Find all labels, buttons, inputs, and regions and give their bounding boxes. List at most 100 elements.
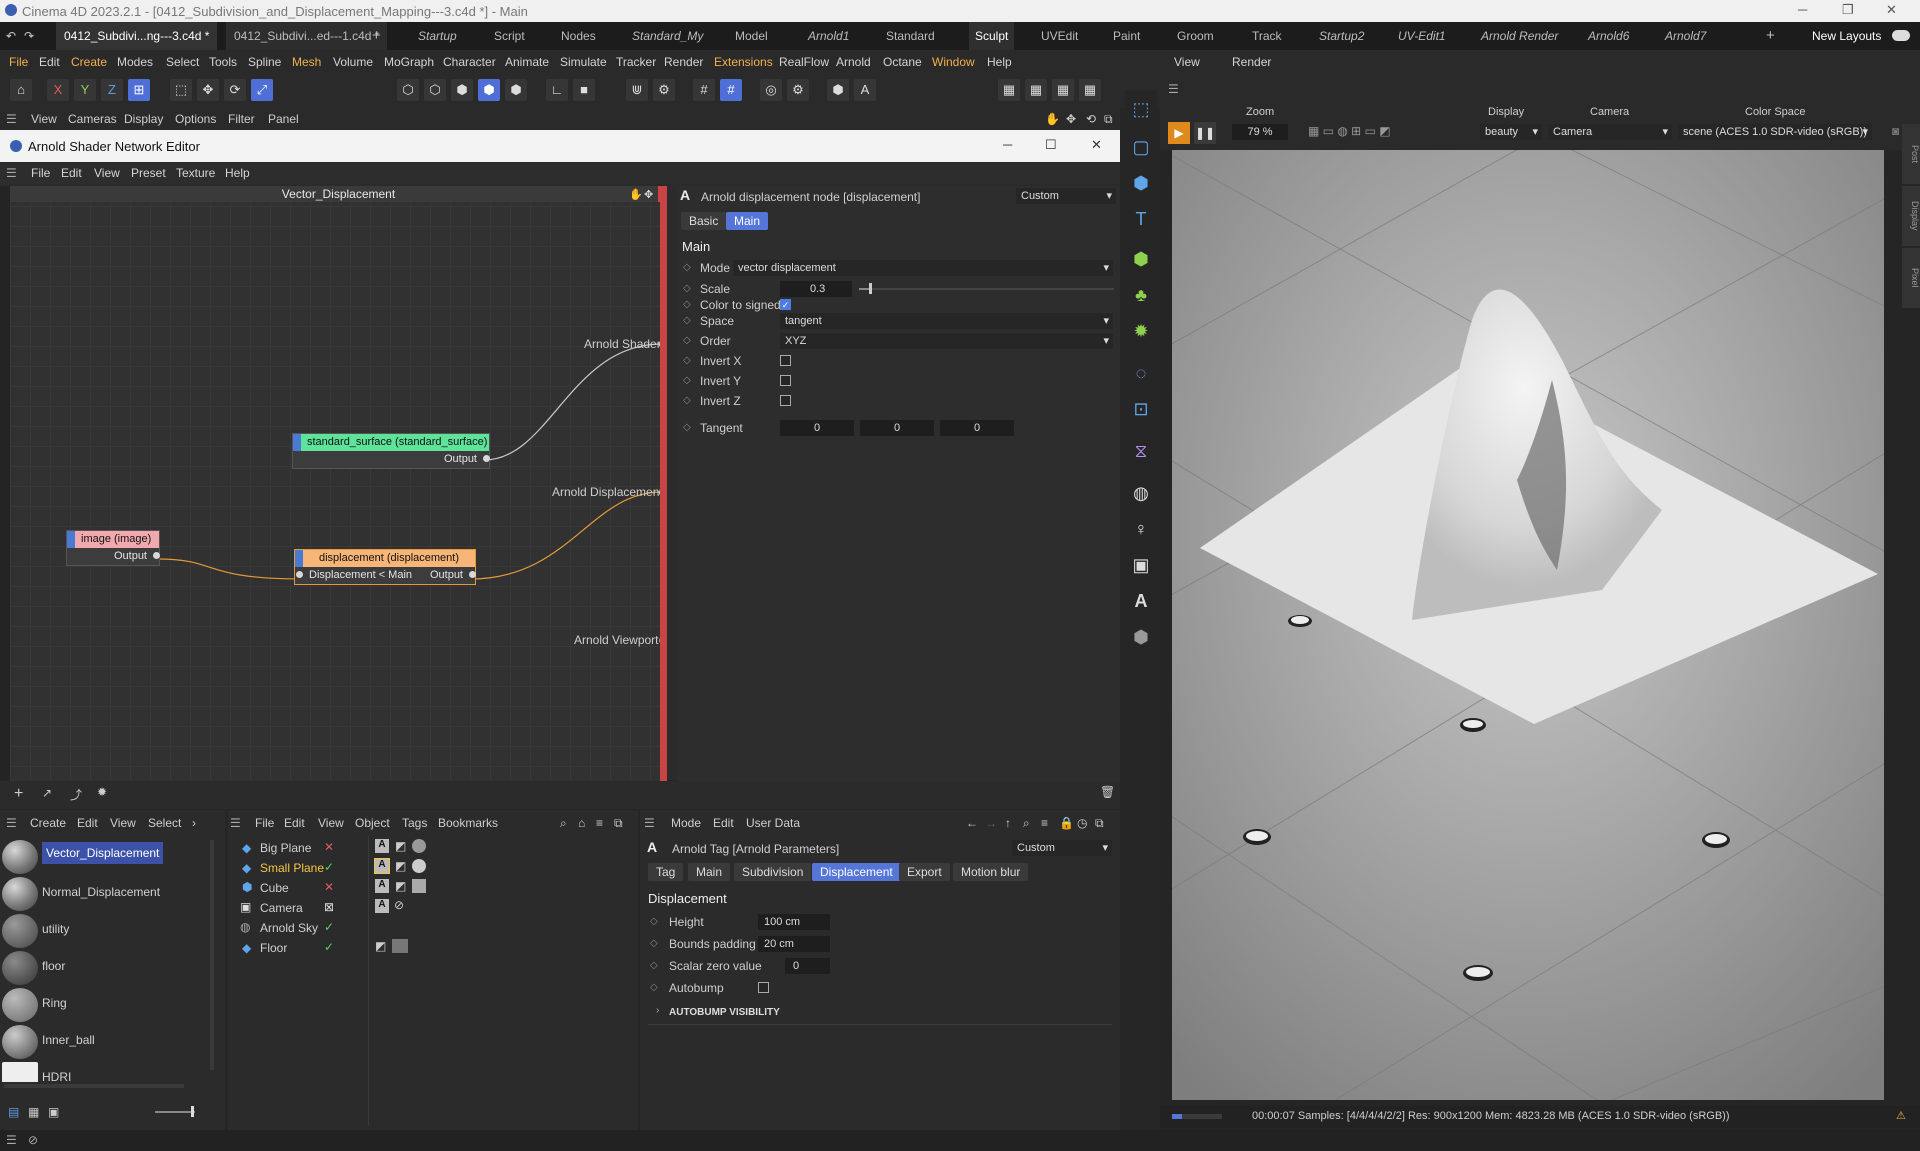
keyframe-diamond-icon[interactable]: ◇ — [683, 422, 691, 433]
generator-icon[interactable]: ⬢ — [1128, 246, 1154, 272]
object-menu-bookmarks[interactable]: Bookmarks — [438, 816, 498, 830]
cloner-icon[interactable]: ♣ — [1128, 282, 1154, 308]
layout-tab-arnold1[interactable]: Arnold1 — [808, 22, 849, 50]
camera-icon[interactable]: ▣ — [1128, 552, 1154, 578]
subbar-filter[interactable]: Filter — [228, 112, 255, 126]
doc-tab-2[interactable]: 0412_Subdivi...ed---1.c4d * — [226, 22, 388, 50]
node-image-output[interactable]: Output — [67, 548, 159, 565]
editor-minimize-icon[interactable]: ─ — [1003, 137, 1012, 152]
menu-animate[interactable]: Animate — [505, 55, 549, 69]
object-menu-edit[interactable]: Edit — [284, 816, 305, 830]
magnet-icon[interactable]: ⋓ — [626, 79, 648, 101]
lock-icon[interactable]: 🔒 — [1059, 816, 1074, 830]
menu-volume[interactable]: Volume — [333, 55, 373, 69]
search-icon[interactable]: ⌕ — [560, 816, 567, 831]
material-menu-more-icon[interactable]: › — [192, 816, 196, 830]
object-row[interactable]: ◆ Small Plane ✓ A ◩ — [228, 858, 638, 878]
menu-create[interactable]: Create — [71, 55, 107, 69]
layout-tab-arnold-render[interactable]: Arnold Render — [1481, 22, 1558, 50]
mode-dropdown[interactable]: vector displacement ▾ — [733, 260, 1113, 276]
history-icon[interactable]: ◷ — [1077, 816, 1087, 830]
menu-spline[interactable]: Spline — [248, 55, 281, 69]
undo-icon[interactable]: ↶ — [6, 22, 16, 50]
maximize-icon[interactable]: ❐ — [1842, 2, 1854, 18]
menu-simulate[interactable]: Simulate — [560, 55, 607, 69]
up-icon[interactable]: ↑ — [1005, 816, 1011, 830]
autobump-checkbox[interactable] — [758, 982, 769, 993]
display-dropdown[interactable]: beauty ▾ — [1480, 124, 1542, 140]
square-icon[interactable]: ▢ — [1128, 134, 1154, 160]
viewport-menu-render[interactable]: Render — [1232, 55, 1271, 69]
keyframe-diamond-icon[interactable]: ◇ — [683, 283, 691, 294]
pan-icon[interactable]: ✋ — [1045, 112, 1060, 126]
subbar-options[interactable]: Options — [175, 112, 216, 126]
axis-x-button[interactable]: X — [47, 79, 69, 101]
material-scrollbar[interactable] — [210, 840, 214, 1070]
large-view-icon[interactable]: ▣ — [48, 1105, 59, 1119]
object-hamburger-icon[interactable]: ☰ — [230, 816, 241, 830]
menu-modes[interactable]: Modes — [117, 55, 153, 69]
layout-tab-arnold6[interactable]: Arnold6 — [1588, 22, 1629, 50]
render-view-icon[interactable]: ▦ — [998, 79, 1020, 101]
invert-z-checkbox[interactable] — [780, 395, 791, 406]
tag-hamburger-icon[interactable]: ☰ — [644, 816, 655, 830]
keyframe-diamond-icon[interactable]: ◇ — [683, 375, 691, 386]
menu-arnold[interactable]: Arnold — [836, 55, 871, 69]
check-circle-icon[interactable]: ⊘ — [28, 1133, 38, 1147]
standard-output-port[interactable] — [483, 455, 490, 462]
object-menu-view[interactable]: View — [318, 816, 344, 830]
autobump-visibility-group[interactable]: AUTOBUMP VISIBILITY — [669, 1007, 780, 1018]
grid-snap-icon[interactable]: # — [693, 79, 715, 101]
rotate-view-icon[interactable]: ⟲ — [1086, 112, 1096, 126]
solo-icon[interactable]: ■ — [573, 79, 595, 101]
toggle-switch[interactable] — [1892, 30, 1910, 41]
tangent-x-input[interactable]: 0 — [780, 420, 854, 436]
arnold-icon[interactable]: A — [1128, 588, 1154, 614]
chevron-right-icon[interactable]: › — [656, 1005, 659, 1016]
menu-character[interactable]: Character — [443, 55, 496, 69]
thumb-size-slider[interactable] — [155, 1111, 195, 1113]
scale-input[interactable]: 0.3 — [780, 281, 852, 297]
keyframe-diamond-icon[interactable]: ◇ — [650, 916, 658, 927]
grid-view-icon[interactable]: ▦ — [28, 1105, 39, 1119]
back-icon[interactable]: ← — [966, 816, 978, 830]
material-menu-edit[interactable]: Edit — [77, 816, 98, 830]
menu-edit[interactable]: Edit — [39, 55, 60, 69]
object-row[interactable]: ⬢ Cube ✕ A ◩ — [228, 878, 638, 898]
layout-tab-script[interactable]: Script — [494, 22, 525, 50]
snap-icon[interactable]: # — [720, 79, 742, 101]
cube-icon[interactable]: ⬢ — [1128, 170, 1154, 196]
model-mode-icon[interactable]: ⬢ — [478, 79, 500, 101]
layout-tab-paint[interactable]: Paint — [1113, 22, 1140, 50]
keyframe-diamond-icon[interactable]: ◇ — [683, 262, 691, 273]
menu-realflow[interactable]: RealFlow — [779, 55, 829, 69]
editor-hamburger-icon[interactable]: ☰ — [6, 166, 17, 180]
layout-tab-standard[interactable]: Standard — [886, 22, 935, 50]
displacement-output-port[interactable] — [469, 571, 476, 578]
menu-help[interactable]: Help — [987, 55, 1012, 69]
tag-menu-mode[interactable]: Mode — [671, 816, 701, 830]
coordinate-system-icon[interactable]: ⊞ — [128, 79, 150, 101]
tangent-z-input[interactable]: 0 — [940, 420, 1014, 436]
keyframe-diamond-icon[interactable]: ◇ — [650, 982, 658, 993]
scale-icon[interactable]: ⤢ — [251, 79, 273, 101]
keyframe-diamond-icon[interactable]: ◇ — [683, 299, 691, 310]
tag-preset-dropdown[interactable]: Custom ▾ — [1012, 840, 1112, 856]
displacement-output-port-label[interactable]: Output — [430, 567, 463, 584]
undo-stack-icon[interactable]: ⌂ — [10, 79, 32, 101]
keyframe-diamond-icon[interactable]: ◇ — [683, 355, 691, 366]
mograph-icon[interactable]: ⧖ — [1128, 438, 1154, 464]
render-region-icon[interactable]: ◎ — [760, 79, 782, 101]
layout-tab-groom[interactable]: Groom — [1177, 22, 1214, 50]
layout-tab-track[interactable]: Track — [1252, 22, 1282, 50]
render-picture-icon[interactable]: ▦ — [1025, 79, 1047, 101]
image-output-port[interactable] — [153, 552, 160, 559]
bounds-input[interactable]: 20 cm — [758, 936, 830, 952]
settings-icon[interactable]: ⚙ — [653, 79, 675, 101]
snapshot-icon[interactable]: ◙ — [1892, 124, 1899, 138]
zoom-input[interactable]: 79 % — [1232, 124, 1288, 140]
spline-icon[interactable]: ◌ — [1128, 360, 1154, 386]
material-menu-view[interactable]: View — [110, 816, 136, 830]
light-bulb-icon[interactable]: ♀ — [1128, 516, 1154, 542]
material-item[interactable]: floor — [2, 949, 212, 985]
